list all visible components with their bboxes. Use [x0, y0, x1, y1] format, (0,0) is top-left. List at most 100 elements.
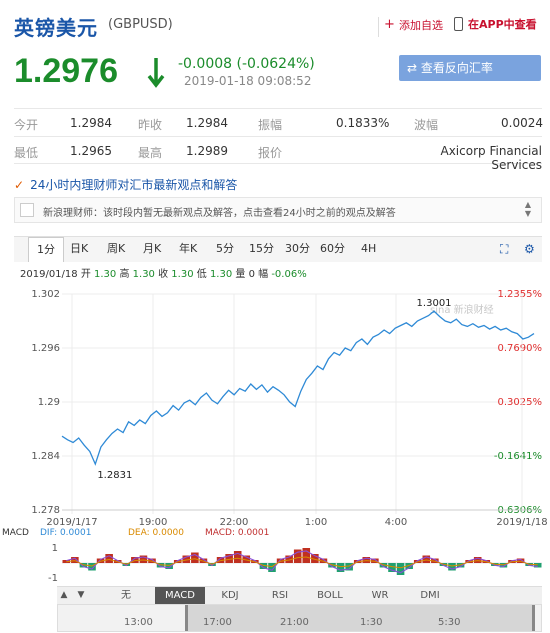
x-tick-label: 19:00: [139, 517, 168, 528]
nav-label-4: 1:30: [360, 617, 383, 628]
amplitude-label: 振幅: [258, 118, 283, 132]
tab-yearly[interactable]: 年K: [179, 237, 197, 262]
price-change: -0.0008 (-0.0624%): [178, 56, 315, 72]
nav-label-3: 21:00: [280, 617, 309, 628]
analysis-message: 新浪理财师：该时段内暂无最新观点及解答，点击查看24小时之前的观点及解答: [43, 208, 396, 219]
view-in-app-link[interactable]: 在APP中查看: [454, 16, 537, 32]
tab-5min[interactable]: 5分: [216, 237, 234, 262]
macd-bar: [533, 563, 542, 568]
tab-60min[interactable]: 60分: [320, 237, 345, 262]
analysis-heading-text: 24小时内理财师对汇市最新观点和解答: [30, 178, 238, 192]
indicator-wr[interactable]: WR: [355, 587, 405, 604]
current-price: 1.2976: [14, 52, 118, 90]
quote-label: 报价: [258, 146, 283, 160]
wave-label: 波幅: [414, 118, 439, 132]
high-value: 1.2989: [186, 144, 228, 158]
y-tick-label: 1.296: [31, 343, 60, 354]
min-price-label: 1.2831: [97, 470, 132, 481]
x-tick-label: 2019/1/18: [496, 517, 547, 528]
y-tick-label: 1.29: [38, 397, 60, 408]
low-value: 1.2965: [70, 144, 112, 158]
macd-tick: 1: [52, 543, 58, 554]
info-date: 2019/01/18: [20, 269, 78, 280]
nav-label-5: 5:30: [438, 617, 461, 628]
nav-label-2: 17:00: [203, 617, 232, 628]
x-tick-label: 22:00: [220, 517, 249, 528]
phone-icon: [454, 17, 463, 31]
macd-bar: [396, 563, 405, 575]
open-label: 今开: [14, 118, 39, 132]
chart-period-tabs: 1分 日K 周K 月K 年K 5分 15分 30分 60分 4H ⛶ ⚙: [14, 236, 542, 262]
low-label: 最低: [14, 146, 39, 160]
info-volume: 0: [248, 269, 255, 280]
info-high-label: 高: [119, 269, 130, 280]
stats-row-1: 今开 1.2984 昨收 1.2984 振幅 0.1833% 波幅 0.0024: [14, 108, 543, 136]
view-in-app-label: 在APP中查看: [468, 18, 537, 31]
macd-dif: DIF: 0.0001: [40, 528, 91, 538]
info-low-label: 低: [196, 269, 207, 280]
right-pct-label: -0.1641%: [494, 451, 542, 462]
info-volume-label: 量: [235, 269, 246, 280]
y-tick-label: 1.278: [31, 505, 60, 516]
analysis-heading[interactable]: ✓ 24小时内理财师对汇市最新观点和解答: [14, 176, 237, 193]
macd-tick: -1: [48, 573, 58, 584]
indicator-macd[interactable]: MACD: [155, 587, 205, 604]
info-open: 1.30: [94, 269, 117, 280]
stats-table: 今开 1.2984 昨收 1.2984 振幅 0.1833% 波幅 0.0024…: [14, 108, 543, 172]
time-navigator[interactable]: 13:00 17:00 21:00 1:30 5:30: [57, 604, 542, 632]
scroll-updown-icon[interactable]: ▲ ▼: [525, 200, 531, 218]
tab-30min[interactable]: 30分: [285, 237, 310, 262]
tab-monthly[interactable]: 月K: [143, 237, 161, 262]
indicator-boll[interactable]: BOLL: [305, 587, 355, 604]
reverse-rate-button[interactable]: ⇄ 查看反向汇率 USDGBP: [399, 55, 541, 101]
wave-value: 0.0024: [501, 116, 543, 130]
max-price-label: 1.3001: [417, 298, 452, 309]
fullscreen-icon[interactable]: ⛶: [500, 243, 512, 255]
right-pct-label: 0.7690%: [498, 343, 543, 354]
prev-arrow-icon[interactable]: ▲: [57, 587, 71, 604]
indicator-rsi[interactable]: RSI: [255, 587, 305, 604]
prev-close-label: 昨收: [138, 118, 163, 132]
indicator-none[interactable]: 无: [97, 587, 155, 604]
macd-bar: [233, 551, 242, 563]
ohlc-info: 2019/01/18 开 1.30 高 1.30 收 1.30 低 1.30 量…: [20, 265, 307, 280]
info-close: 1.30: [171, 269, 194, 280]
add-favorite-button[interactable]: + 添加自选: [378, 17, 446, 37]
nav-label-1: 13:00: [124, 617, 153, 628]
info-low: 1.30: [209, 269, 233, 280]
quote-source: Axicorp Financial Services: [440, 144, 543, 172]
macd-dea: DEA: 0.0000: [128, 528, 184, 538]
info-high: 1.30: [132, 269, 155, 280]
add-favorite-label: 添加自选: [399, 19, 443, 32]
y-tick-label: 1.284: [31, 451, 60, 462]
x-tick-label: 1:00: [305, 517, 327, 528]
tab-weekly[interactable]: 周K: [107, 237, 125, 262]
indicator-tabs: ▲ ▼ 无 MACD KDJ RSI BOLL WR DMI: [57, 586, 542, 604]
tab-15min[interactable]: 15分: [249, 237, 274, 262]
info-open-label: 开: [80, 269, 91, 280]
indicator-dmi[interactable]: DMI: [405, 587, 455, 604]
info-close-label: 收: [158, 269, 169, 280]
indicator-kdj[interactable]: KDJ: [205, 587, 255, 604]
avatar: [20, 203, 34, 217]
tab-daily[interactable]: 日K: [70, 237, 88, 262]
tab-1min[interactable]: 1分: [28, 237, 64, 262]
prev-close-value: 1.2984: [186, 116, 228, 130]
tab-4h[interactable]: 4H: [361, 237, 376, 262]
price-chart[interactable]: 1.302 1.2355% 1.296 0.7690% 1.29 0.3025% 1.284…: [0, 280, 550, 586]
macd-name: MACD: [2, 528, 29, 538]
gear-icon[interactable]: ⚙: [524, 243, 536, 255]
checkmark-icon: ✓: [14, 178, 25, 192]
open-value: 1.2984: [70, 116, 112, 130]
symbol-code: (GBPUSD): [108, 17, 173, 32]
next-arrow-icon[interactable]: ▼: [73, 587, 89, 604]
high-label: 最高: [138, 146, 163, 160]
analysis-message-box[interactable]: 新浪理财师：该时段内暂无最新观点及解答，点击查看24小时之前的观点及解答 ▲ ▼: [14, 197, 542, 223]
amplitude-value: 0.1833%: [336, 116, 390, 130]
stats-row-2: 最低 1.2965 最高 1.2989 报价 Axicorp Financial…: [14, 136, 542, 172]
y-tick-label: 1.302: [31, 289, 60, 300]
x-tick-label: 4:00: [385, 517, 407, 528]
swap-icon: ⇄: [407, 61, 421, 75]
price-line: [61, 310, 535, 466]
down-arrow-icon: [147, 58, 165, 88]
